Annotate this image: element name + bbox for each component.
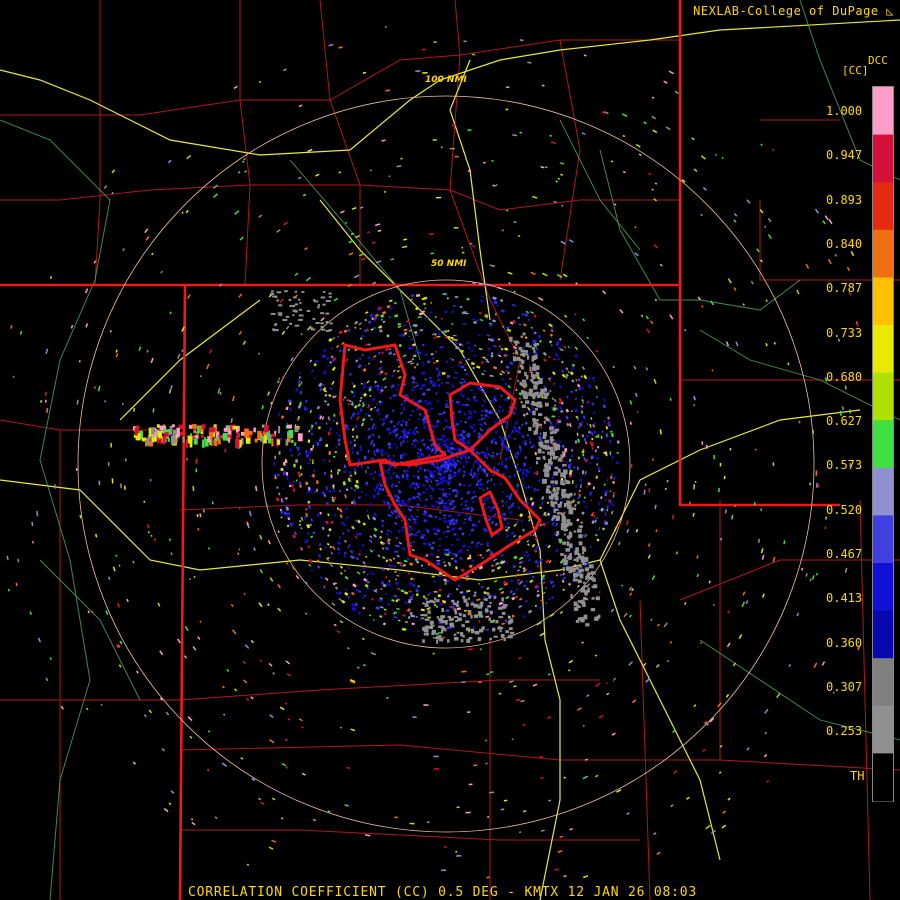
color-scale-tick-label: 0.253 <box>826 724 863 739</box>
color-scale-swatch <box>873 515 893 564</box>
color-scale-swatch <box>873 134 893 183</box>
color-scale-tick-label: 0.680 <box>826 369 863 384</box>
color-scale-swatch <box>873 563 893 612</box>
color-scale-tick-label: 1.000 <box>826 104 863 118</box>
color-scale-swatch <box>873 658 893 707</box>
color-scale-swatch <box>873 372 893 421</box>
color-scale-bar <box>872 86 894 802</box>
color-scale-swatch <box>873 229 893 278</box>
footer-caption: CORRELATION COEFFICIENT (CC) 0.5 DEG - K… <box>188 885 697 900</box>
color-scale-swatch <box>873 610 893 659</box>
color-scale-tick-label: TH <box>850 768 865 783</box>
color-scale-swatch <box>873 325 893 374</box>
color-scale-tick-label: 0.893 <box>826 192 863 207</box>
color-scale-swatch <box>873 467 893 516</box>
color-scale-swatch <box>873 182 893 231</box>
color-scale-tick-label: 0.573 <box>826 458 863 473</box>
color-scale-swatch <box>873 705 893 754</box>
color-scale-tick-label: 0.627 <box>826 414 863 429</box>
color-scale-swatch <box>873 420 893 469</box>
color-scale-tick-label: 0.413 <box>826 591 863 606</box>
color-scale-swatch <box>873 277 893 326</box>
credit-label: NEXLAB-College of DuPage ◺ <box>693 4 894 18</box>
color-scale-swatch <box>873 87 893 136</box>
ring-label-100: 100 NMI <box>425 75 467 85</box>
color-scale-tick-label: 0.520 <box>826 502 863 517</box>
product-code-label: DCC <box>868 54 888 67</box>
color-scale-tick-label: 0.733 <box>826 325 863 340</box>
color-scale-tick-label: 0.467 <box>826 547 863 561</box>
color-scale-tick-label: 0.360 <box>826 635 863 650</box>
color-scale-tick-label: 0.947 <box>826 148 863 163</box>
color-scale-tick-label: 0.840 <box>826 236 863 251</box>
logo-icon: ◺ <box>878 4 894 18</box>
color-scale-tick-label: 0.307 <box>826 679 863 694</box>
radar-map: 100 NMI 50 NMI <box>0 0 900 900</box>
color-scale-tick-label: 0.787 <box>826 281 863 296</box>
product-unit-label: [CC] <box>842 64 869 77</box>
ring-label-50: 50 NMI <box>431 259 467 269</box>
